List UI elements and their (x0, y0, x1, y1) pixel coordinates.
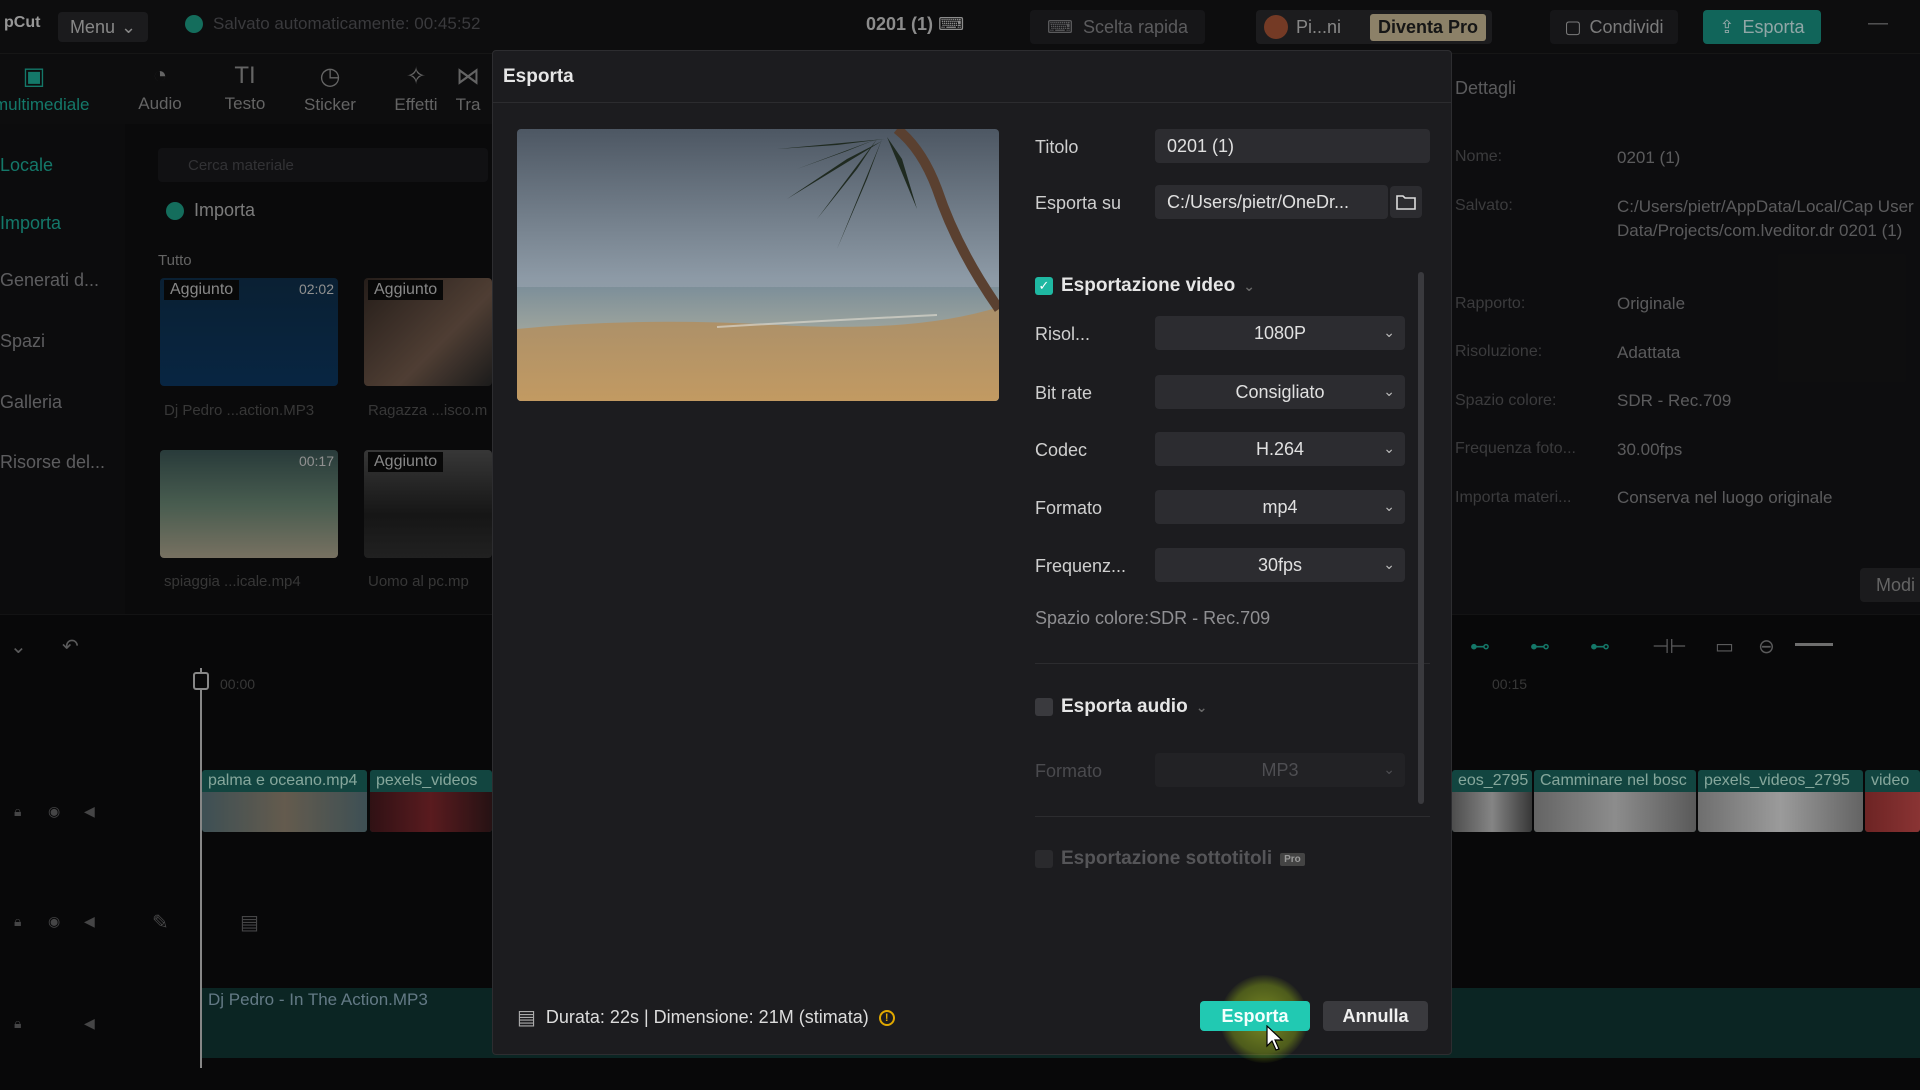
chevron-down-icon: ⌄ (1383, 324, 1395, 340)
format-value: mp4 (1262, 496, 1298, 517)
audio-section-label: Esporta audio (1061, 696, 1188, 717)
cancel-button[interactable]: Annulla (1323, 1001, 1428, 1031)
mouse-cursor-icon (1266, 1024, 1284, 1056)
resolution-label: Risol... (1035, 324, 1091, 344)
audio-format-value: MP3 (1261, 759, 1299, 780)
chevron-down-icon: ⌄ (1383, 761, 1395, 777)
audio-format-select: MP3 ⌄ (1155, 753, 1405, 787)
subtitle-export-toggle: Esportazione sottotitoli Pro (1035, 848, 1305, 870)
chevron-down-icon: ⌄ (1243, 277, 1255, 294)
chevron-down-icon: ⌄ (1195, 698, 1208, 715)
fps-select[interactable]: 30fps ⌄ (1155, 548, 1405, 582)
dialog-title: Esporta (503, 66, 574, 87)
checkbox-disabled-icon (1035, 850, 1053, 868)
folder-button[interactable] (1390, 186, 1422, 218)
bitrate-select[interactable]: Consigliato ⌄ (1155, 375, 1405, 409)
checkbox-checked-icon[interactable]: ✓ (1035, 277, 1053, 295)
codec-label: Codec (1035, 440, 1088, 460)
export-to-label: Esporta su (1035, 193, 1122, 213)
title-label: Titolo (1035, 137, 1079, 157)
chevron-down-icon: ⌄ (1383, 440, 1395, 456)
info-icon[interactable]: ! (878, 1009, 895, 1026)
divider (1035, 816, 1430, 817)
video-preview (517, 129, 999, 401)
divider (493, 102, 1451, 103)
chevron-down-icon: ⌄ (1383, 498, 1395, 514)
chevron-down-icon: ⌄ (1383, 383, 1395, 399)
title-input[interactable]: 0201 (1) (1155, 129, 1430, 163)
chevron-down-icon: ⌄ (1383, 556, 1395, 572)
resolution-value: 1080P (1253, 322, 1307, 343)
divider (1035, 663, 1430, 664)
pro-badge: Pro (1280, 852, 1305, 866)
dialog-scrollbar[interactable] (1418, 272, 1424, 804)
export-summary-text: Durata: 22s | Dimensione: 21M (stimata) (545, 1007, 869, 1027)
folder-icon (1396, 195, 1416, 210)
export-path-input[interactable]: C:/Users/pietr/OneDr... (1155, 185, 1388, 219)
checkbox-unchecked-icon[interactable] (1035, 698, 1053, 716)
resolution-select[interactable]: 1080P ⌄ (1155, 316, 1405, 350)
audio-export-toggle[interactable]: Esporta audio ⌄ (1035, 696, 1207, 718)
fps-label: Frequenz... (1035, 556, 1127, 576)
subtitle-section-label: Esportazione sottotitoli (1061, 848, 1273, 869)
format-select[interactable]: mp4 ⌄ (1155, 490, 1405, 524)
codec-value: H.264 (1255, 438, 1305, 459)
beach-preview-image (517, 129, 999, 401)
video-section-label: Esportazione video (1061, 275, 1236, 296)
audio-format-label: Formato (1035, 761, 1103, 781)
bitrate-label: Bit rate (1035, 383, 1093, 403)
film-icon: ▤ (517, 1007, 536, 1029)
format-label: Formato (1035, 498, 1103, 518)
fps-value: 30fps (1257, 554, 1303, 575)
codec-select[interactable]: H.264 ⌄ (1155, 432, 1405, 466)
bitrate-value: Consigliato (1235, 381, 1325, 402)
export-button[interactable]: Esporta (1200, 1001, 1310, 1031)
color-space-info: Spazio colore:SDR - Rec.709 (1035, 608, 1271, 628)
export-summary: ▤ Durata: 22s | Dimensione: 21M (stimata… (517, 1005, 895, 1030)
video-export-toggle[interactable]: ✓ Esportazione video ⌄ (1035, 275, 1255, 297)
